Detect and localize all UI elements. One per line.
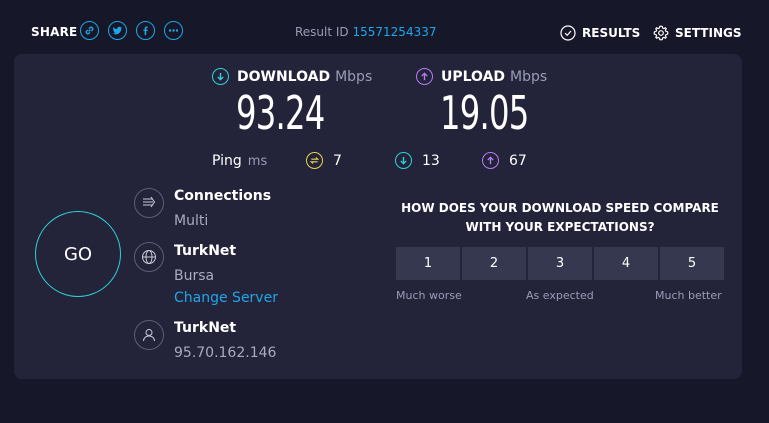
survey-question: HOW DOES YOUR DOWNLOAD SPEED COMPARE WIT… <box>396 199 724 237</box>
scale-low-label: Much worse <box>396 289 462 302</box>
server-location: Bursa <box>174 268 215 284</box>
rating-option-2[interactable]: 2 <box>462 247 526 280</box>
rating-option-1[interactable]: 1 <box>396 247 460 280</box>
results-button[interactable]: RESULTS <box>560 25 640 41</box>
download-arrow-icon <box>212 68 229 85</box>
upload-unit: Mbps <box>510 68 548 85</box>
top-bar: SHARE Result ID 15571254337 RESULTS SETT… <box>0 0 769 54</box>
upload-label: UPLOAD <box>441 68 506 85</box>
download-value: 93.24 <box>236 86 325 140</box>
settings-label: SETTINGS <box>675 26 742 40</box>
ping-idle-value: 7 <box>333 152 342 169</box>
globe-icon <box>134 242 164 272</box>
scale-mid-label: As expected <box>526 289 594 302</box>
share-link-button[interactable] <box>80 21 99 40</box>
result-id: Result ID 15571254337 <box>295 25 436 39</box>
rating-option-3[interactable]: 3 <box>528 247 592 280</box>
connections-value[interactable]: Multi <box>174 213 208 229</box>
share-twitter-button[interactable] <box>108 21 127 40</box>
check-circle-icon <box>560 25 576 41</box>
share-facebook-button[interactable] <box>136 21 155 40</box>
upload-value: 19.05 <box>440 86 529 140</box>
ping-download: 13 <box>395 152 440 169</box>
download-label: DOWNLOAD <box>237 68 331 85</box>
results-label: RESULTS <box>582 26 641 40</box>
rating-option-5[interactable]: 5 <box>660 247 724 280</box>
settings-button[interactable]: SETTINGS <box>653 25 742 41</box>
server-name: TurkNet <box>174 243 237 259</box>
share-label: SHARE <box>31 25 78 39</box>
download-header: DOWNLOAD Mbps <box>212 68 372 85</box>
survey-question-line1: HOW DOES YOUR DOWNLOAD SPEED COMPARE <box>401 201 719 215</box>
go-button[interactable]: GO <box>35 211 121 297</box>
ping-label: Ping <box>212 153 242 169</box>
download-unit: Mbps <box>335 68 373 85</box>
ping-upload-value: 67 <box>509 152 527 169</box>
ping-upload-icon <box>482 152 499 169</box>
share-more-button[interactable] <box>164 21 183 40</box>
twitter-icon <box>112 26 123 35</box>
result-id-value[interactable]: 15571254337 <box>353 25 437 39</box>
ping-upload: 67 <box>482 152 527 169</box>
connections-icon <box>134 188 164 218</box>
rating-option-4[interactable]: 4 <box>594 247 658 280</box>
more-icon <box>168 29 179 32</box>
ping-idle: 7 <box>306 152 342 169</box>
result-id-label: Result ID <box>295 25 349 39</box>
link-icon <box>85 26 94 35</box>
scale-high-label: Much better <box>655 289 722 302</box>
survey-question-line2: WITH YOUR EXPECTATIONS? <box>465 220 655 234</box>
rating-scale: 1 2 3 4 5 <box>396 247 724 280</box>
facebook-icon <box>143 26 148 36</box>
ping-download-value: 13 <box>422 152 440 169</box>
provider-name: TurkNet <box>174 320 237 336</box>
ping-download-icon <box>395 152 412 169</box>
connections-title: Connections <box>174 188 272 204</box>
upload-arrow-icon <box>416 68 433 85</box>
upload-header: UPLOAD Mbps <box>416 68 547 85</box>
ping-idle-icon <box>306 152 323 169</box>
user-icon <box>134 320 164 350</box>
change-server-link[interactable]: Change Server <box>174 290 278 306</box>
gear-icon <box>653 25 669 41</box>
ping-label-group: Ping ms <box>212 153 267 169</box>
ping-unit: ms <box>247 153 268 169</box>
provider-ip: 95.70.162.146 <box>174 345 277 361</box>
